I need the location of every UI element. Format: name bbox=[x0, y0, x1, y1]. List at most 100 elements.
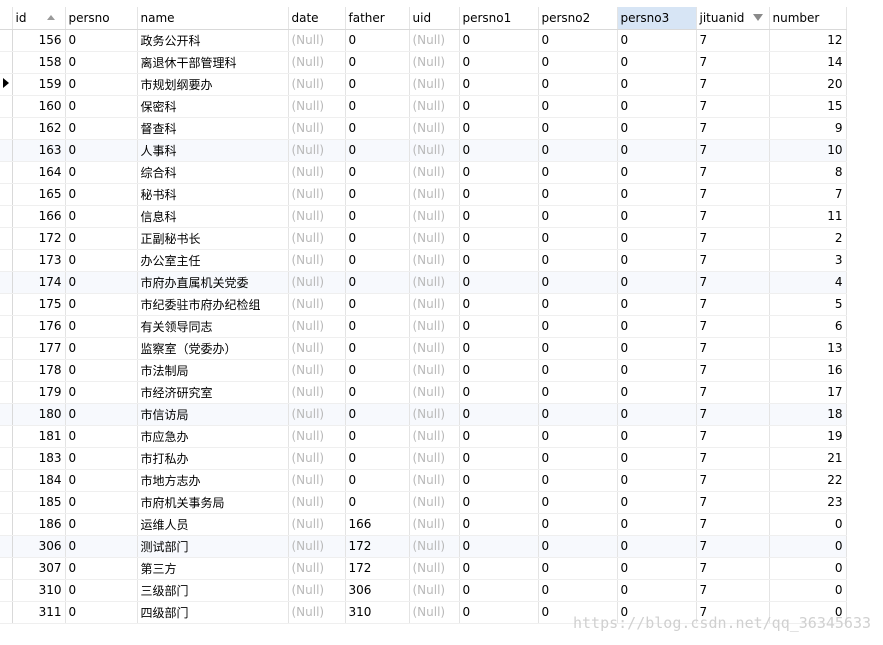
column-header-date[interactable]: date bbox=[288, 7, 346, 30]
row-gutter[interactable] bbox=[0, 249, 13, 272]
column-header-persno2[interactable]: persno2 bbox=[538, 7, 618, 30]
row-gutter[interactable] bbox=[0, 381, 13, 404]
table-row[interactable]: 156 0 政务公开科 (Null) 0 (Null) 0 0 0 7 12 bbox=[0, 29, 847, 52]
table-row[interactable]: 307 0 第三方 (Null) 172 (Null) 0 0 0 7 0 bbox=[0, 557, 847, 580]
cell-date[interactable]: (Null) bbox=[288, 425, 346, 448]
cell-father[interactable]: 0 bbox=[345, 491, 410, 514]
cell-name[interactable]: 督查科 bbox=[137, 117, 289, 140]
table-row[interactable]: 184 0 市地方志办 (Null) 0 (Null) 0 0 0 7 22 bbox=[0, 469, 847, 492]
cell-name[interactable]: 信息科 bbox=[137, 205, 289, 228]
cell-uid[interactable]: (Null) bbox=[409, 601, 460, 624]
cell-number[interactable]: 6 bbox=[769, 315, 847, 338]
cell-persno[interactable]: 0 bbox=[65, 117, 138, 140]
cell-jituanid[interactable]: 7 bbox=[696, 381, 770, 404]
cell-persno2[interactable]: 0 bbox=[538, 139, 618, 162]
cell-jituanid[interactable]: 7 bbox=[696, 513, 770, 536]
cell-jituanid[interactable]: 7 bbox=[696, 227, 770, 250]
cell-date[interactable]: (Null) bbox=[288, 51, 346, 74]
table-row[interactable]: 176 0 有关领导同志 (Null) 0 (Null) 0 0 0 7 6 bbox=[0, 315, 847, 338]
cell-persno1[interactable]: 0 bbox=[459, 139, 539, 162]
cell-father[interactable]: 306 bbox=[345, 579, 410, 602]
cell-persno1[interactable]: 0 bbox=[459, 315, 539, 338]
cell-id[interactable]: 164 bbox=[12, 161, 66, 184]
cell-persno1[interactable]: 0 bbox=[459, 249, 539, 272]
cell-uid[interactable]: (Null) bbox=[409, 161, 460, 184]
cell-number[interactable]: 21 bbox=[769, 447, 847, 470]
cell-date[interactable]: (Null) bbox=[288, 73, 346, 96]
cell-persno3[interactable]: 0 bbox=[617, 359, 697, 382]
cell-id[interactable]: 178 bbox=[12, 359, 66, 382]
cell-date[interactable]: (Null) bbox=[288, 139, 346, 162]
cell-name[interactable]: 市府机关事务局 bbox=[137, 491, 289, 514]
cell-name[interactable]: 人事科 bbox=[137, 139, 289, 162]
cell-persno[interactable]: 0 bbox=[65, 579, 138, 602]
cell-persno[interactable]: 0 bbox=[65, 315, 138, 338]
cell-name[interactable]: 市信访局 bbox=[137, 403, 289, 426]
row-gutter[interactable] bbox=[0, 337, 13, 360]
cell-persno1[interactable]: 0 bbox=[459, 469, 539, 492]
cell-persno2[interactable]: 0 bbox=[538, 117, 618, 140]
cell-persno3[interactable]: 0 bbox=[617, 183, 697, 206]
cell-number[interactable]: 15 bbox=[769, 95, 847, 118]
cell-jituanid[interactable]: 7 bbox=[696, 469, 770, 492]
cell-persno3[interactable]: 0 bbox=[617, 161, 697, 184]
cell-uid[interactable]: (Null) bbox=[409, 579, 460, 602]
cell-persno2[interactable]: 0 bbox=[538, 579, 618, 602]
cell-number[interactable]: 0 bbox=[769, 579, 847, 602]
cell-date[interactable]: (Null) bbox=[288, 557, 346, 580]
cell-jituanid[interactable]: 7 bbox=[696, 139, 770, 162]
cell-father[interactable]: 0 bbox=[345, 293, 410, 316]
cell-persno[interactable]: 0 bbox=[65, 601, 138, 624]
cell-father[interactable]: 166 bbox=[345, 513, 410, 536]
cell-id[interactable]: 310 bbox=[12, 579, 66, 602]
cell-uid[interactable]: (Null) bbox=[409, 51, 460, 74]
cell-father[interactable]: 0 bbox=[345, 381, 410, 404]
cell-number[interactable]: 5 bbox=[769, 293, 847, 316]
cell-persno1[interactable]: 0 bbox=[459, 359, 539, 382]
row-gutter[interactable] bbox=[0, 579, 13, 602]
cell-jituanid[interactable]: 7 bbox=[696, 205, 770, 228]
cell-persno2[interactable]: 0 bbox=[538, 205, 618, 228]
cell-persno2[interactable]: 0 bbox=[538, 425, 618, 448]
table-row[interactable]: 165 0 秘书科 (Null) 0 (Null) 0 0 0 7 7 bbox=[0, 183, 847, 206]
cell-persno1[interactable]: 0 bbox=[459, 447, 539, 470]
cell-number[interactable]: 23 bbox=[769, 491, 847, 514]
cell-uid[interactable]: (Null) bbox=[409, 557, 460, 580]
cell-persno1[interactable]: 0 bbox=[459, 205, 539, 228]
cell-persno3[interactable]: 0 bbox=[617, 315, 697, 338]
cell-number[interactable]: 0 bbox=[769, 535, 847, 558]
cell-persno[interactable]: 0 bbox=[65, 293, 138, 316]
cell-persno[interactable]: 0 bbox=[65, 513, 138, 536]
table-row[interactable]: 172 0 正副秘书长 (Null) 0 (Null) 0 0 0 7 2 bbox=[0, 227, 847, 250]
cell-id[interactable]: 160 bbox=[12, 95, 66, 118]
table-row[interactable]: 183 0 市打私办 (Null) 0 (Null) 0 0 0 7 21 bbox=[0, 447, 847, 470]
row-gutter[interactable] bbox=[0, 293, 13, 316]
row-gutter[interactable] bbox=[0, 183, 13, 206]
cell-persno3[interactable]: 0 bbox=[617, 381, 697, 404]
table-row[interactable]: 162 0 督查科 (Null) 0 (Null) 0 0 0 7 9 bbox=[0, 117, 847, 140]
cell-persno3[interactable]: 0 bbox=[617, 403, 697, 426]
cell-persno3[interactable]: 0 bbox=[617, 117, 697, 140]
cell-id[interactable]: 156 bbox=[12, 29, 66, 52]
cell-persno[interactable]: 0 bbox=[65, 403, 138, 426]
cell-jituanid[interactable]: 7 bbox=[696, 425, 770, 448]
cell-uid[interactable]: (Null) bbox=[409, 73, 460, 96]
cell-id[interactable]: 173 bbox=[12, 249, 66, 272]
cell-persno1[interactable]: 0 bbox=[459, 557, 539, 580]
cell-persno[interactable]: 0 bbox=[65, 469, 138, 492]
row-gutter[interactable] bbox=[0, 491, 13, 514]
row-gutter[interactable] bbox=[0, 205, 13, 228]
row-gutter[interactable] bbox=[0, 601, 13, 624]
cell-number[interactable]: 7 bbox=[769, 183, 847, 206]
cell-persno3[interactable]: 0 bbox=[617, 535, 697, 558]
cell-date[interactable]: (Null) bbox=[288, 579, 346, 602]
cell-name[interactable]: 市打私办 bbox=[137, 447, 289, 470]
cell-persno1[interactable]: 0 bbox=[459, 381, 539, 404]
cell-date[interactable]: (Null) bbox=[288, 337, 346, 360]
cell-persno2[interactable]: 0 bbox=[538, 403, 618, 426]
cell-name[interactable]: 保密科 bbox=[137, 95, 289, 118]
cell-uid[interactable]: (Null) bbox=[409, 315, 460, 338]
cell-number[interactable]: 17 bbox=[769, 381, 847, 404]
cell-father[interactable]: 0 bbox=[345, 73, 410, 96]
cell-name[interactable]: 市应急办 bbox=[137, 425, 289, 448]
